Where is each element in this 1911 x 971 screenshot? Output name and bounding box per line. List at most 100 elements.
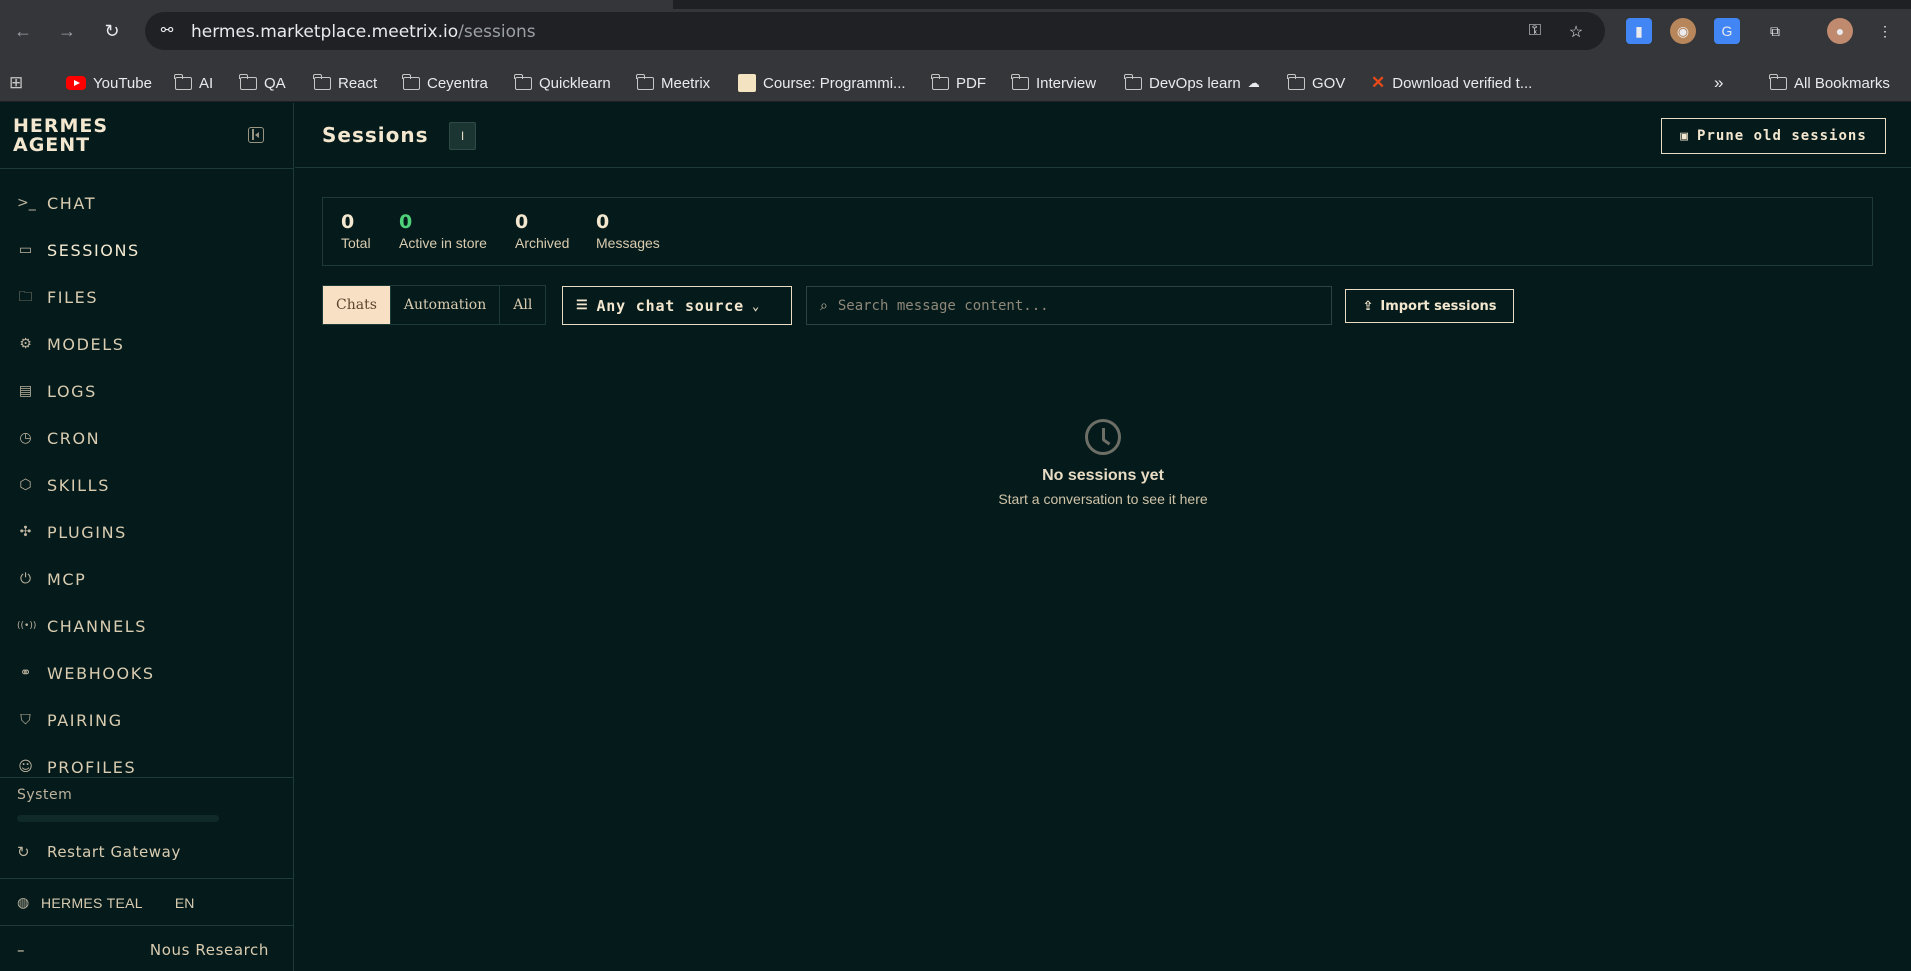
- sidebar-item-plugins[interactable]: ✣ PLUGINS: [0, 512, 293, 552]
- empty-state-subtitle: Start a conversation to see it here: [998, 491, 1208, 507]
- address-bar[interactable]: ⚯ hermes.marketplace.meetrix.io/sessions…: [145, 12, 1605, 50]
- bookmark-pdf[interactable]: PDF: [931, 72, 986, 94]
- bookmark-quicklearn[interactable]: Quicklearn: [514, 72, 611, 94]
- sidebar-item-profiles[interactable]: ☺ PROFILES: [0, 747, 293, 787]
- sidebar-item-logs[interactable]: ▤ LOGS: [0, 371, 293, 411]
- empty-state: No sessions yet Start a conversation to …: [295, 419, 1911, 507]
- folder-icon: [636, 73, 654, 90]
- apps-grid-icon[interactable]: ⊞: [9, 72, 23, 94]
- bookmark-qa[interactable]: QA: [239, 72, 286, 94]
- cloud-icon: ☁: [1247, 76, 1260, 90]
- search-icon: ⌕: [820, 297, 828, 313]
- bookmark-label: YouTube: [93, 74, 152, 92]
- extension-translate-icon[interactable]: G: [1714, 18, 1740, 44]
- sidebar-item-sessions[interactable]: ▭ SESSIONS: [0, 230, 293, 270]
- sidebar-item-label: LOGS: [47, 381, 97, 401]
- forward-arrow-icon[interactable]: →: [54, 18, 80, 44]
- prune-old-sessions-button[interactable]: ▣ Prune old sessions: [1661, 118, 1886, 154]
- stat-messages: 0 Messages: [596, 211, 660, 251]
- sidebar-item-chat[interactable]: >_ CHAT: [0, 183, 293, 223]
- tab-chats[interactable]: Chats: [323, 286, 391, 324]
- bookmark-label: React: [338, 74, 378, 92]
- profile-avatar-icon[interactable]: ●: [1827, 18, 1853, 44]
- all-bookmarks[interactable]: All Bookmarks: [1769, 72, 1890, 94]
- bookmark-gov[interactable]: GOV: [1287, 72, 1345, 94]
- message-square-icon: ▭: [18, 241, 33, 258]
- folder-open-icon: 🗀: [18, 288, 33, 305]
- bookmark-download[interactable]: ✕ Download verified t...: [1371, 72, 1532, 94]
- divider: [0, 925, 294, 926]
- file-text-icon: ▤: [18, 382, 33, 399]
- divider: [0, 777, 294, 778]
- app-root: HERMES AGENT >_ CHAT ▭ SESSIONS 🗀 FILES ⚙ MO…: [0, 103, 1911, 971]
- sidebar-footer: – Nous Research: [17, 941, 269, 959]
- main-content: Sessions I ▣ Prune old sessions 0 Total …: [295, 103, 1911, 971]
- import-sessions-button[interactable]: ⇪ Import sessions: [1345, 289, 1514, 323]
- stat-value: 0: [515, 211, 529, 233]
- language-toggle[interactable]: EN: [175, 895, 194, 911]
- browser-menu-icon[interactable]: ⋮: [1872, 18, 1898, 44]
- folder-icon: [514, 73, 532, 90]
- stat-value: 0: [596, 211, 610, 233]
- footer-brand[interactable]: Nous Research: [150, 941, 269, 959]
- restart-gateway-button[interactable]: ↻ Restart Gateway: [17, 843, 181, 861]
- sidebar-item-cron[interactable]: ◷ CRON: [0, 418, 293, 458]
- bookmarks-overflow-icon[interactable]: »: [1714, 72, 1723, 94]
- extensions-puzzle-icon[interactable]: ⧉: [1762, 18, 1788, 44]
- stat-value: 0: [399, 211, 413, 233]
- bookmark-star-icon[interactable]: ☆: [1566, 22, 1586, 42]
- sidebar-item-label: FILES: [47, 287, 99, 307]
- back-arrow-icon[interactable]: ←: [10, 18, 36, 44]
- tab-all[interactable]: All: [500, 286, 545, 324]
- sidebar-collapse-icon[interactable]: [248, 127, 264, 143]
- search-input[interactable]: [837, 297, 1298, 314]
- bookmark-ai[interactable]: AI: [174, 72, 213, 94]
- cpu-icon: ⚙: [19, 335, 32, 352]
- prune-button-label: Prune old sessions: [1697, 128, 1867, 144]
- sidebar-item-pairing[interactable]: ⛉ PAIRING: [0, 700, 293, 740]
- sidebar-item-mcp[interactable]: ⏻ MCP: [0, 559, 293, 599]
- sidebar-item-label: PAIRING: [47, 710, 123, 730]
- session-type-tabs: Chats Automation All: [322, 285, 547, 325]
- webhook-icon: ⚭: [19, 664, 32, 681]
- terminal-icon: >_: [17, 194, 36, 211]
- reload-icon[interactable]: ↻: [99, 18, 125, 44]
- bookmark-interview[interactable]: Interview: [1011, 72, 1097, 94]
- bookmark-ceyentra[interactable]: Ceyentra: [402, 72, 488, 94]
- bookmark-label: Ceyentra: [427, 74, 488, 92]
- chat-source-dropdown[interactable]: ☰ Any chat source ⌄: [562, 286, 792, 325]
- theme-switcher[interactable]: ◍ HERMES TEAL EN: [17, 894, 194, 911]
- bookmark-meetrix[interactable]: Meetrix: [636, 72, 710, 94]
- tab-automation[interactable]: Automation: [391, 286, 501, 324]
- extension-docs-icon[interactable]: ▮: [1626, 18, 1652, 44]
- brand-logo[interactable]: HERMES AGENT: [13, 117, 108, 155]
- sidebar-item-files[interactable]: 🗀 FILES: [0, 277, 293, 317]
- bookmark-devops[interactable]: DevOps learn ☁: [1124, 72, 1260, 94]
- bookmark-label: Interview: [1036, 74, 1097, 92]
- session-stats: 0 Total 0 Active in store 0 Archived 0 M…: [322, 197, 1873, 266]
- sidebar-item-skills[interactable]: ⬡ SKILLS: [0, 465, 293, 505]
- bookmark-label: All Bookmarks: [1794, 74, 1890, 92]
- bookmark-label: Download verified t...: [1392, 74, 1533, 92]
- sidebar-item-webhooks[interactable]: ⚭ WEBHOOKS: [0, 653, 293, 693]
- sidebar-item-channels[interactable]: ((•)) CHANNELS: [0, 606, 293, 646]
- sidebar-item-models[interactable]: ⚙ MODELS: [0, 324, 293, 364]
- password-key-icon[interactable]: ⚿: [1525, 22, 1545, 42]
- extension-owl-icon[interactable]: ◉: [1670, 18, 1696, 44]
- archive-icon: ▣: [1680, 128, 1690, 144]
- bookmark-course[interactable]: Course: Programmi...: [738, 72, 906, 94]
- active-tab[interactable]: [0, 0, 673, 9]
- system-status-bar: [17, 815, 219, 822]
- folder-icon: [1769, 73, 1787, 90]
- bookmark-youtube[interactable]: YouTube: [66, 72, 152, 94]
- stat-caption: Archived: [515, 235, 570, 251]
- search-box: ⌕: [806, 286, 1332, 325]
- brand-line-2: AGENT: [13, 134, 91, 156]
- site-settings-icon[interactable]: ⚯: [157, 21, 177, 41]
- url-path: /sessions: [458, 22, 536, 42]
- users-icon: ☺: [18, 758, 33, 775]
- stat-caption: Active in store: [399, 235, 487, 251]
- url-text[interactable]: hermes.marketplace.meetrix.io/sessions: [191, 22, 536, 42]
- sidebar-item-label: MODELS: [47, 334, 125, 354]
- bookmark-react[interactable]: React: [313, 72, 378, 94]
